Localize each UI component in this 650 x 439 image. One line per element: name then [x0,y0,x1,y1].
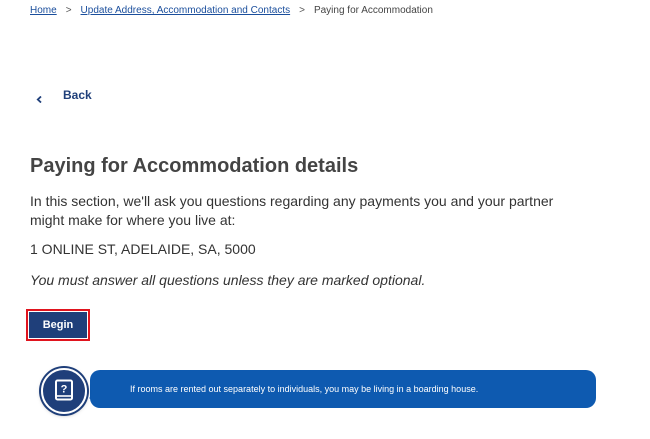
breadcrumb-current: Paying for Accommodation [313,5,433,16]
breadcrumb-home-link[interactable]: Home [30,5,57,16]
required-note: You must answer all questions unless the… [30,272,426,288]
begin-button-highlight: Begin [26,309,90,341]
tip-text: If rooms are rented out separately to in… [130,384,479,394]
tip-banner: If rooms are rented out separately to in… [90,370,596,408]
back-label: Back [63,88,92,102]
help-book-icon: ? [41,368,87,414]
breadcrumb: Home > Update Address, Accommodation and… [30,5,433,16]
svg-text:?: ? [61,384,68,396]
back-link[interactable]: Back [36,88,92,103]
intro-text: In this section, we'll ask you questions… [30,193,554,228]
breadcrumb-separator: > [299,5,305,16]
begin-button[interactable]: Begin [29,312,87,338]
breadcrumb-update-address-link[interactable]: Update Address, Accommodation and Contac… [81,5,291,16]
breadcrumb-separator: > [65,5,72,16]
page-title: Paying for Accommodation details [30,155,359,177]
chevron-left-icon [36,92,43,103]
address-text: 1 ONLINE ST, ADELAIDE, SA, 5000 [30,241,256,257]
